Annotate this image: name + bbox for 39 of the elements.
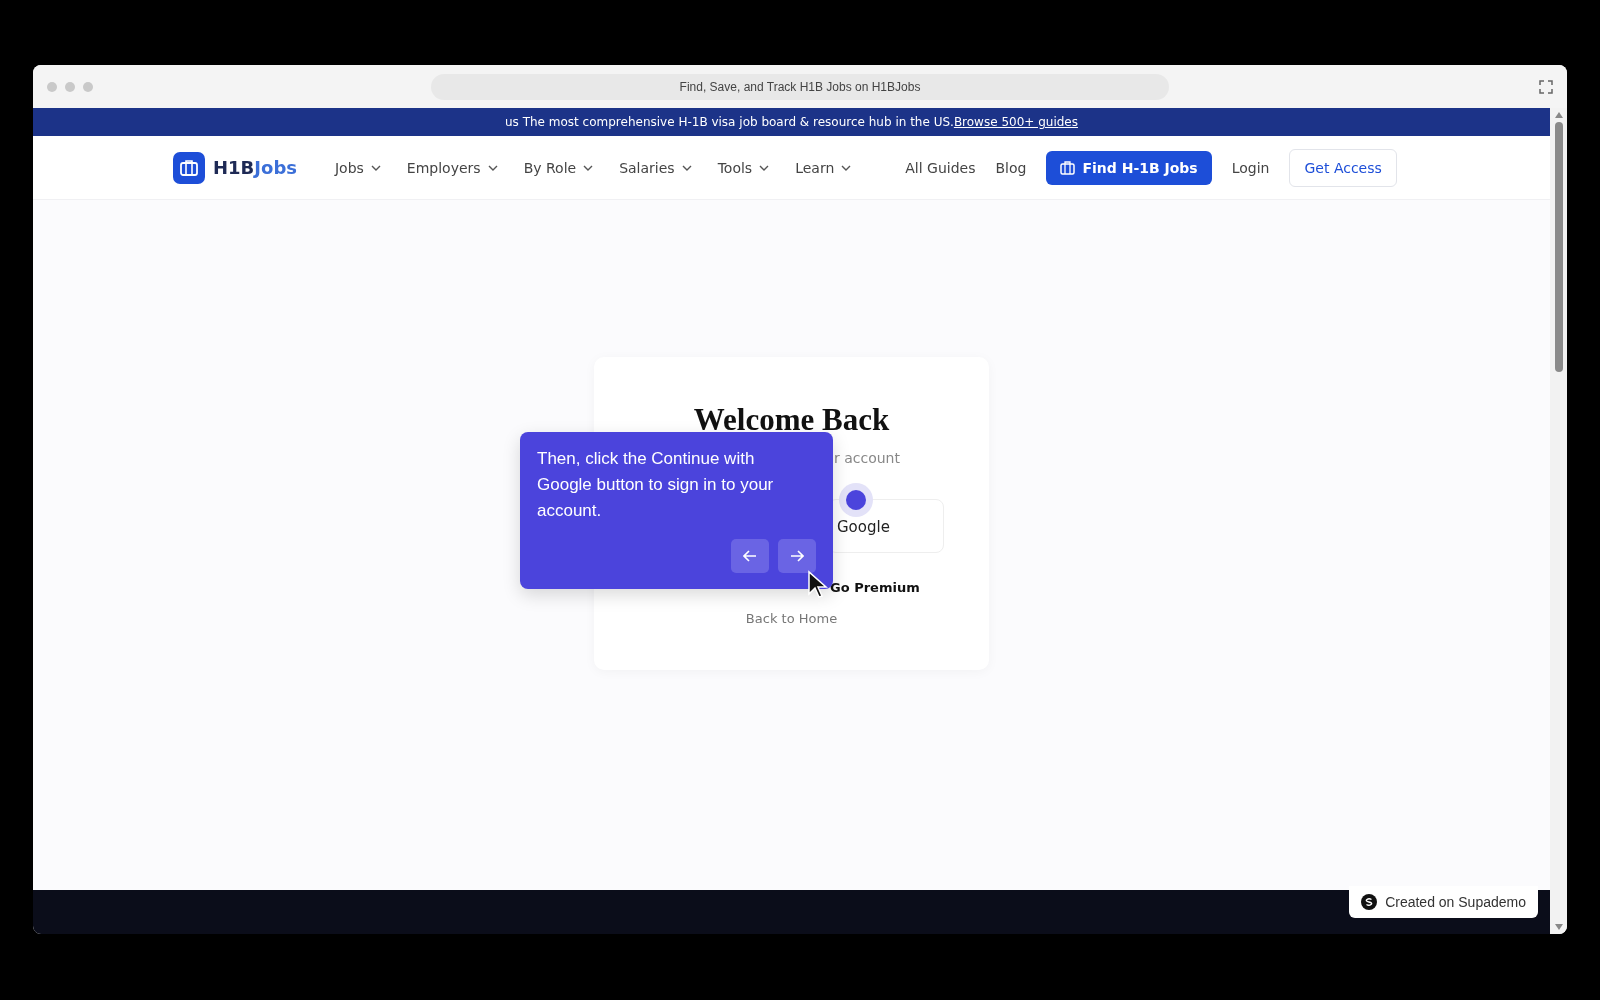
hotspot-icon[interactable] — [839, 483, 873, 517]
caret-icon — [370, 164, 381, 171]
supademo-logo-icon — [1361, 894, 1378, 910]
previous-button[interactable] — [731, 539, 769, 573]
find-jobs-button[interactable]: Find H-1B Jobs — [1046, 150, 1212, 185]
nav-link[interactable]: Blog — [995, 159, 1027, 176]
caret-icon — [759, 164, 770, 171]
card-subtitle: r account — [834, 450, 900, 466]
briefcase-logo-icon[interactable] — [173, 151, 205, 184]
tooltip-text: Then, click the Continue with Google button to sign in to your account. — [537, 448, 775, 522]
fullscreen-icon[interactable] — [1539, 79, 1553, 94]
address-bar[interactable]: Find, Save, and Track H1B Jobs on H1BJobs — [431, 73, 1169, 100]
back-home-link[interactable]: Back to Home — [745, 611, 838, 626]
get-access-button[interactable]: Get Access — [1289, 148, 1397, 187]
login-link[interactable]: Login — [1231, 159, 1270, 176]
nav-menu[interactable]: Jobs — [335, 159, 381, 176]
premium-link[interactable]: Go Premium — [830, 580, 920, 595]
next-button[interactable] — [778, 539, 816, 573]
nav-menu[interactable]: Tools — [717, 159, 770, 176]
caret-icon — [681, 164, 692, 171]
nav-menu[interactable]: Salaries — [619, 159, 692, 176]
supademo-badge[interactable]: Created on Supademo — [1349, 886, 1538, 918]
left-arrow-icon — [743, 550, 757, 562]
nav-menu[interactable]: By Role — [523, 159, 594, 176]
right-arrow-icon — [790, 550, 804, 562]
caret-icon — [583, 164, 594, 171]
caret-icon — [487, 164, 498, 171]
caret-icon — [841, 164, 852, 171]
guides-link[interactable]: Browse 500+ guides — [953, 115, 1078, 129]
nav-menu[interactable]: Employers — [406, 159, 498, 176]
logo-text[interactable]: H1BJobs — [213, 157, 297, 178]
nav-menu[interactable]: Learn — [795, 159, 852, 176]
nav-link[interactable]: All Guides — [905, 159, 976, 176]
card-title: Welcome Back — [693, 402, 890, 438]
badge-text: Created on Supademo — [1385, 894, 1526, 910]
banner-text: us The most comprehensive H-1B visa job board & resource hub in the US. — [505, 115, 954, 129]
briefcase-icon — [1060, 160, 1076, 175]
scrollbar[interactable] — [1550, 108, 1567, 934]
cursor-icon — [807, 570, 829, 598]
